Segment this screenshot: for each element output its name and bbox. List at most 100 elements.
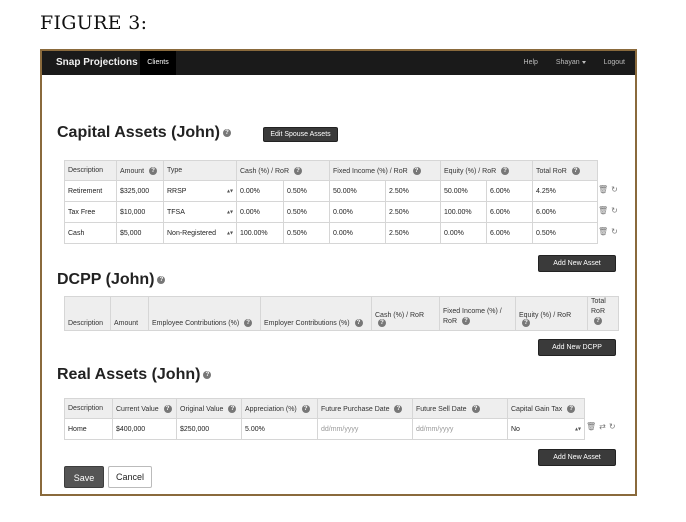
refresh-icon[interactable]: ↻ <box>611 206 618 215</box>
help-icon[interactable]: ? <box>293 166 302 175</box>
description-field[interactable]: Retirement <box>64 180 117 202</box>
future-purchase-date-input[interactable]: dd/mm/yyyy <box>317 418 413 440</box>
equity-pct-field[interactable]: 0.00% <box>440 222 488 244</box>
trash-icon[interactable]: 🗑 <box>598 206 608 215</box>
description-field[interactable]: Home <box>64 418 113 440</box>
refresh-icon[interactable]: ↻ <box>609 422 616 431</box>
help-icon[interactable]: ? <box>378 319 386 327</box>
help-icon[interactable]: ? <box>394 404 403 413</box>
current-value-field[interactable]: $400,000 <box>112 418 177 440</box>
trash-icon[interactable]: 🗑 <box>586 422 596 431</box>
capital-assets-table: Description Amount ? Type Cash (%) / RoR… <box>64 160 599 244</box>
fixed-income-pct-field[interactable]: 0.00% <box>329 222 386 244</box>
real-assets-title: Real Assets (John)? <box>57 366 212 384</box>
col-future-purchase-date: Future Purchase Date ? <box>317 398 413 419</box>
select-arrows-icon: ▴▾ <box>226 188 233 195</box>
help-icon[interactable]: ? <box>594 317 602 326</box>
select-arrows-icon: ▴▾ <box>226 230 233 237</box>
top-navbar: Snap Projections Clients Help Shayan Log… <box>42 51 635 75</box>
type-select-value: Non-Registered <box>167 229 217 237</box>
nav-logout[interactable]: Logout <box>604 59 625 66</box>
original-value-field[interactable]: $250,000 <box>176 418 242 440</box>
row-actions: 🗑 ↻ <box>598 185 621 194</box>
table-row: Tax Free $10,000 TFSA ▴▾ 0.00% 0.50% 0.00… <box>64 201 599 223</box>
appreciation-field[interactable]: 5.00% <box>241 418 318 440</box>
help-icon[interactable]: ? <box>223 128 231 137</box>
nav-help[interactable]: Help <box>524 59 538 66</box>
cash-ror-field[interactable]: 0.50% <box>283 222 330 244</box>
fixed-income-ror-field[interactable]: 2.50% <box>384 201 442 223</box>
help-icon[interactable]: ? <box>203 370 212 379</box>
fixed-income-ror-field[interactable]: 2.50% <box>384 180 442 202</box>
cash-pct-field[interactable]: 0.00% <box>236 201 284 223</box>
nav-user-menu[interactable]: Shayan <box>556 59 586 66</box>
col-fixed-income: Fixed Income (%) / RoR ? <box>439 296 516 331</box>
col-original-value-label: Original Value <box>180 405 224 413</box>
cash-ror-field[interactable]: 0.50% <box>283 180 330 202</box>
amount-field[interactable]: $10,000 <box>116 201 164 223</box>
row-actions: 🗑 ↻ <box>598 206 621 215</box>
type-select[interactable]: TFSA ▴▾ <box>163 201 237 223</box>
table-header-row: Description Amount ? Type Cash (%) / RoR… <box>64 160 599 181</box>
fixed-income-pct-field[interactable]: 0.00% <box>329 201 386 223</box>
select-arrows-icon: ▴▾ <box>574 426 581 433</box>
refresh-icon[interactable]: ↻ <box>611 227 618 236</box>
equity-pct-field[interactable]: 100.00% <box>440 201 488 223</box>
swap-icon[interactable]: ⇄ <box>599 422 606 431</box>
amount-field[interactable]: $325,000 <box>116 180 164 202</box>
help-icon[interactable]: ? <box>412 166 421 175</box>
help-icon[interactable]: ? <box>471 404 480 413</box>
fixed-income-pct-field[interactable]: 50.00% <box>329 180 386 202</box>
equity-ror-field[interactable]: 6.00% <box>486 222 534 244</box>
brand-link[interactable]: Snap Projections <box>56 57 138 68</box>
equity-pct-field[interactable]: 50.00% <box>440 180 488 202</box>
type-select[interactable]: Non-Registered ▴▾ <box>163 222 237 244</box>
trash-icon[interactable]: 🗑 <box>598 185 608 194</box>
help-icon[interactable]: ? <box>228 404 237 413</box>
help-icon[interactable]: ? <box>354 319 363 327</box>
total-ror-value: 0.50% <box>532 222 599 244</box>
type-select[interactable]: RRSP ▴▾ <box>163 180 237 202</box>
add-new-real-asset-button[interactable]: Add New Asset <box>538 449 616 466</box>
col-fixed-income-label: Fixed Income (%) / RoR <box>333 167 408 175</box>
cash-ror-field[interactable]: 0.50% <box>283 201 330 223</box>
cancel-button[interactable]: Cancel <box>108 466 152 488</box>
help-icon[interactable]: ? <box>567 404 576 413</box>
help-icon[interactable]: ? <box>244 319 253 327</box>
future-sell-date-input[interactable]: dd/mm/yyyy <box>412 418 508 440</box>
description-field[interactable]: Cash <box>64 222 117 244</box>
refresh-icon[interactable]: ↻ <box>611 185 618 194</box>
equity-ror-field[interactable]: 6.00% <box>486 201 534 223</box>
help-icon[interactable]: ? <box>149 166 158 175</box>
caret-down-icon <box>581 60 586 64</box>
cash-pct-field[interactable]: 100.00% <box>236 222 284 244</box>
nav-user-label: Shayan <box>555 59 580 66</box>
col-cash-label: Cash (%) / RoR <box>375 312 425 319</box>
edit-spouse-assets-button[interactable]: Edit Spouse Assets <box>263 127 338 142</box>
save-button[interactable]: Save <box>64 466 104 488</box>
col-current-value-label: Current Value <box>116 405 159 413</box>
help-icon[interactable]: ? <box>301 404 310 413</box>
amount-field[interactable]: $5,000 <box>116 222 164 244</box>
fixed-income-ror-field[interactable]: 2.50% <box>384 222 442 244</box>
cash-pct-field[interactable]: 0.00% <box>236 180 284 202</box>
help-icon[interactable]: ? <box>157 275 166 284</box>
help-icon[interactable]: ? <box>163 404 172 413</box>
trash-icon[interactable]: 🗑 <box>598 227 608 236</box>
add-new-dcpp-button[interactable]: Add New DCPP <box>538 339 616 356</box>
row-actions: 🗑 ↻ <box>598 227 621 236</box>
add-new-asset-button[interactable]: Add New Asset <box>538 255 616 272</box>
real-assets-heading: Real Assets (John) <box>57 366 201 383</box>
col-amount-label: Amount <box>120 167 145 175</box>
help-icon[interactable]: ? <box>571 166 580 175</box>
help-icon[interactable]: ? <box>501 166 510 175</box>
col-total-ror-label: Total RoR <box>591 298 606 315</box>
col-amount: Amount ? <box>116 160 164 181</box>
help-icon[interactable]: ? <box>461 317 470 326</box>
nav-clients[interactable]: Clients <box>140 51 176 75</box>
capital-gain-tax-select[interactable]: No ▴▾ <box>507 418 585 440</box>
equity-ror-field[interactable]: 6.00% <box>486 180 534 202</box>
description-field[interactable]: Tax Free <box>64 201 117 223</box>
help-icon[interactable]: ? <box>522 319 530 327</box>
col-appreciation: Appreciation (%) ? <box>241 398 318 419</box>
